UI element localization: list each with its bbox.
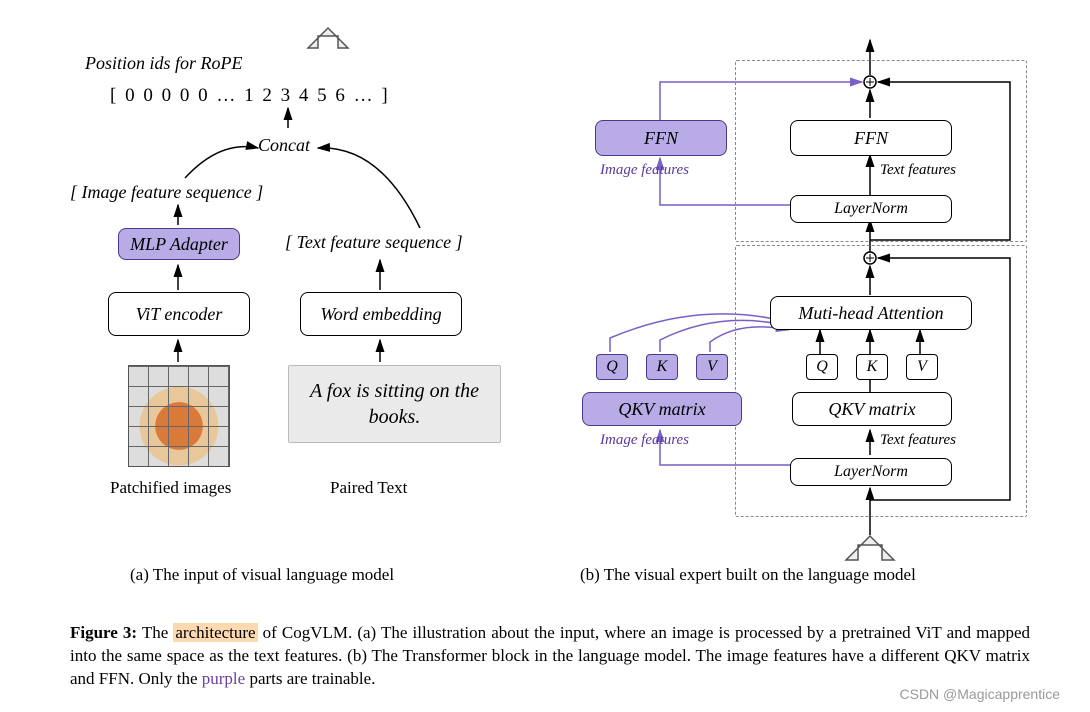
image-feat-seq-label: [ Image feature sequence ]: [70, 182, 263, 203]
concat-label: Concat: [258, 135, 310, 156]
layernorm-top-box: LayerNorm: [790, 195, 952, 223]
k-right-box: K: [856, 354, 888, 380]
k-left: K: [657, 358, 668, 376]
caption-highlight: architecture: [173, 623, 257, 642]
v-right: V: [917, 358, 927, 376]
q-right-box: Q: [806, 354, 838, 380]
k-left-box: K: [646, 354, 678, 380]
rope-label: Position ids for RoPE: [85, 53, 243, 74]
image-features-top-label: Image features: [600, 162, 689, 179]
caption-t3: parts are trainable.: [245, 669, 375, 688]
caption-t1: The: [137, 623, 173, 642]
qkv-left-text: QKV matrix: [618, 399, 705, 420]
caption-purple: purple: [202, 669, 245, 688]
layernorm-bottom-text: LayerNorm: [834, 463, 908, 481]
text-feat-seq-label: [ Text feature sequence ]: [285, 232, 463, 253]
image-features-bottom-label: Image features: [600, 432, 689, 449]
caption-fignum: Figure 3:: [70, 623, 137, 642]
qkv-right-text: QKV matrix: [828, 399, 915, 420]
vit-encoder-box: ViT encoder: [108, 292, 250, 336]
qkv-right-box: QKV matrix: [792, 392, 952, 426]
layernorm-top-text: LayerNorm: [834, 200, 908, 218]
ffn-left-box: FFN: [595, 120, 727, 156]
paired-text-label: Paired Text: [330, 478, 407, 498]
ffn-right-text: FFN: [854, 128, 888, 149]
q-right: Q: [816, 358, 828, 376]
figure-area: Position ids for RoPE [ 0 0 0 0 0 … 1 2 …: [0, 0, 1090, 600]
mlp-adapter-box: MLP Adapter: [118, 228, 240, 260]
figure-caption: Figure 3: The architecture of CogVLM. (a…: [70, 622, 1030, 691]
text-features-bottom-label: Text features: [880, 432, 956, 449]
v-right-box: V: [906, 354, 938, 380]
mha-text: Muti-head Attention: [798, 303, 943, 324]
mha-box: Muti-head Attention: [770, 296, 972, 330]
word-embedding-text: Word embedding: [320, 304, 441, 325]
vit-encoder-text: ViT encoder: [136, 304, 223, 325]
right-subcaption: (b) The visual expert built on the langu…: [580, 565, 916, 585]
paired-text-box: A fox is sitting on the books.: [288, 365, 501, 443]
patchified-label: Patchified images: [110, 478, 231, 498]
k-right: K: [867, 358, 878, 376]
layernorm-bottom-box: LayerNorm: [790, 458, 952, 486]
paired-text: A fox is sitting on the books.: [310, 380, 479, 428]
word-embedding-box: Word embedding: [300, 292, 462, 336]
qkv-left-box: QKV matrix: [582, 392, 742, 426]
watermark: CSDN @Magicapprentice: [900, 686, 1061, 702]
left-subcaption: (a) The input of visual language model: [130, 565, 394, 585]
text-features-top-label: Text features: [880, 162, 956, 179]
q-left-box: Q: [596, 354, 628, 380]
v-left-box: V: [696, 354, 728, 380]
rope-ids: [ 0 0 0 0 0 … 1 2 3 4 5 6 … ]: [110, 85, 390, 107]
ffn-left-text: FFN: [644, 128, 678, 149]
patchified-image-icon: [128, 365, 230, 467]
q-left: Q: [606, 358, 618, 376]
ffn-right-box: FFN: [790, 120, 952, 156]
v-left: V: [707, 358, 717, 376]
mlp-adapter-text: MLP Adapter: [130, 234, 228, 255]
